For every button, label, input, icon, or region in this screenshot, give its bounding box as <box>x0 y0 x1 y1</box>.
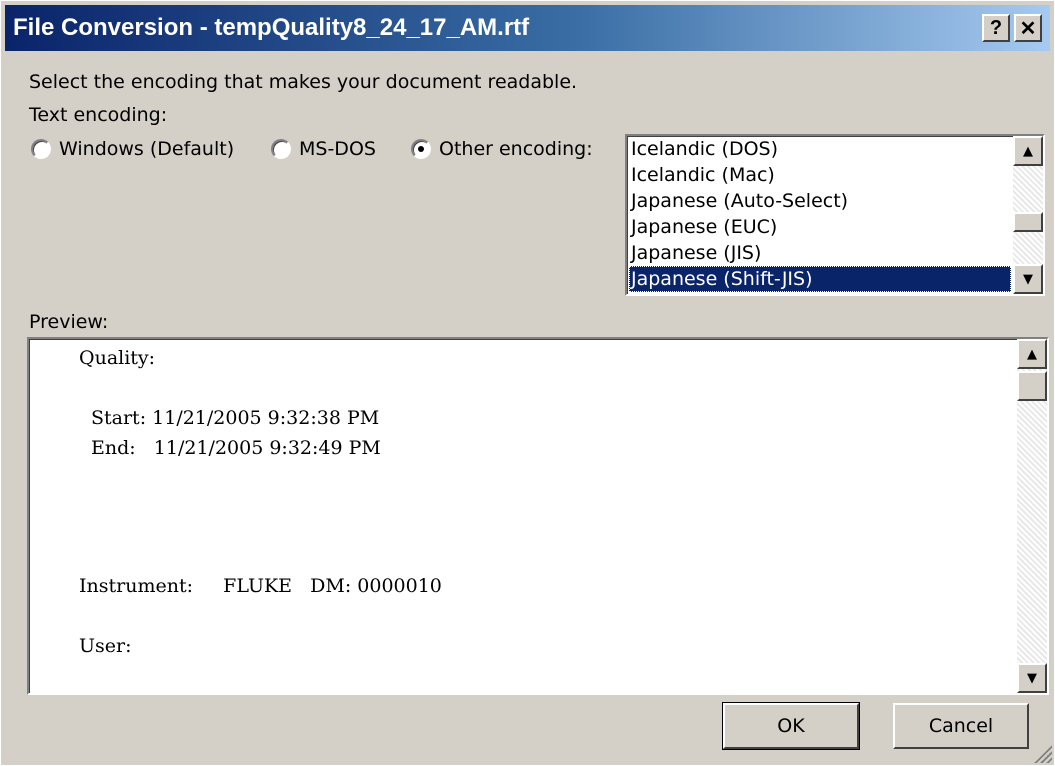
close-icon: ✕ <box>1019 17 1037 40</box>
radio-other-encoding[interactable]: Other encoding: <box>411 138 593 160</box>
ok-button[interactable]: OK <box>722 702 860 750</box>
cancel-button[interactable]: Cancel <box>893 703 1029 749</box>
scroll-down-button[interactable]: ▼ <box>1017 663 1047 693</box>
preview-line: User: <box>79 635 132 657</box>
preview-line: End: 11/21/2005 9:32:49 PM <box>91 437 381 459</box>
preview-label: Preview: <box>29 311 109 333</box>
preview-pane[interactable]: Quality: Start: 11/21/2005 9:32:38 PM En… <box>27 337 1049 695</box>
preview-line: Quality: <box>79 347 156 369</box>
arrow-up-icon: ▲ <box>1023 143 1033 159</box>
resize-grip-icon[interactable] <box>1032 743 1052 763</box>
window-title: File Conversion - tempQuality8_24_17_AM.… <box>13 14 530 41</box>
radio-button-circle[interactable] <box>271 139 291 159</box>
file-conversion-dialog: File Conversion - tempQuality8_24_17_AM.… <box>0 0 1055 766</box>
radio-windows-default[interactable]: Windows (Default) <box>31 138 234 160</box>
arrow-down-icon: ▼ <box>1027 670 1037 686</box>
list-item[interactable]: Icelandic (DOS) <box>629 136 1011 162</box>
encoding-scrollbar[interactable]: ▲ ▼ <box>1013 136 1043 294</box>
preview-scrollbar[interactable]: ▲ ▼ <box>1017 339 1047 693</box>
scroll-up-button[interactable]: ▲ <box>1013 136 1043 166</box>
text-encoding-label: Text encoding: <box>29 104 168 126</box>
radio-label-other: Other encoding: <box>439 138 593 160</box>
scroll-thumb[interactable] <box>1017 371 1047 401</box>
radio-button-circle-checked[interactable] <box>411 139 431 159</box>
list-item[interactable]: Japanese (Auto-Select) <box>629 188 1011 214</box>
help-button[interactable]: ? <box>982 14 1010 42</box>
list-item[interactable]: Japanese (EUC) <box>629 214 1011 240</box>
radio-ms-dos[interactable]: MS-DOS <box>271 138 376 160</box>
title-bar[interactable]: File Conversion - tempQuality8_24_17_AM.… <box>5 5 1050 51</box>
instruction-text: Select the encoding that makes your docu… <box>29 71 578 93</box>
close-button[interactable]: ✕ <box>1014 14 1042 42</box>
radio-label-windows: Windows (Default) <box>59 138 235 160</box>
scroll-down-button[interactable]: ▼ <box>1013 264 1043 294</box>
encoding-listbox[interactable]: Icelandic (DOS) Icelandic (Mac) Japanese… <box>625 134 1045 296</box>
preview-line: Start: 11/21/2005 9:32:38 PM <box>91 407 380 429</box>
list-item-selected[interactable]: Japanese (Shift-JIS) <box>629 266 1011 292</box>
radio-button-circle[interactable] <box>31 139 51 159</box>
scroll-thumb[interactable] <box>1013 212 1043 232</box>
scroll-up-button[interactable]: ▲ <box>1017 339 1047 369</box>
radio-label-ms-dos: MS-DOS <box>299 138 376 160</box>
arrow-up-icon: ▲ <box>1027 346 1037 362</box>
arrow-down-icon: ▼ <box>1023 271 1033 287</box>
list-item[interactable]: Japanese (JIS) <box>629 240 1011 266</box>
list-item[interactable]: Icelandic (Mac) <box>629 162 1011 188</box>
preview-line: Instrument: FLUKE DM: 0000010 <box>79 575 442 597</box>
